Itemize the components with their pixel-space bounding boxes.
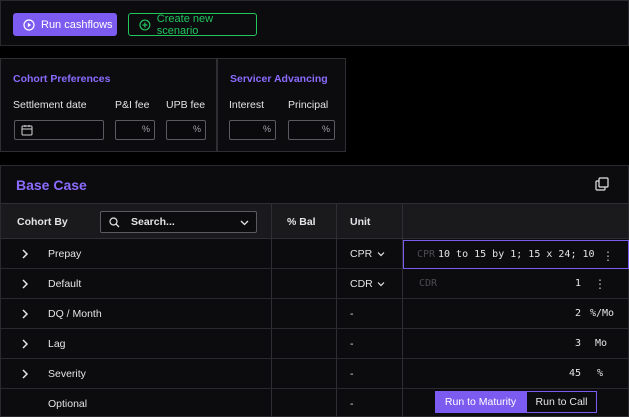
- row-label: DQ / Month: [48, 308, 102, 320]
- cohort-preferences-title: Cohort Preferences: [13, 73, 111, 85]
- section-title: Base Case: [16, 177, 87, 193]
- chevron-down-icon[interactable]: [377, 250, 385, 258]
- row-label: Severity: [48, 368, 86, 380]
- severity-value[interactable]: 45: [569, 368, 581, 379]
- settlement-date-label: Settlement date: [13, 99, 87, 111]
- chevron-right-icon[interactable]: [20, 248, 30, 260]
- interest-input[interactable]: %: [229, 120, 276, 140]
- default-value[interactable]: 1: [575, 278, 581, 289]
- table-row-lag: Lag - 3 Mo: [1, 329, 628, 359]
- percent-suffix: %: [321, 124, 330, 134]
- create-scenario-button[interactable]: Create new scenario: [128, 12, 257, 37]
- unit-select[interactable]: CPR: [350, 248, 372, 260]
- principal-input[interactable]: %: [288, 120, 335, 140]
- unit-prefix: CPR: [417, 249, 436, 260]
- chevron-right-icon[interactable]: [20, 278, 30, 290]
- cohort-preferences-panel: Cohort Preferences Settlement date P&I f…: [0, 58, 217, 152]
- chevron-right-icon[interactable]: [20, 308, 30, 320]
- principal-label: Principal: [288, 99, 329, 111]
- top-toolbar: Run cashflows Create new scenario: [0, 0, 629, 46]
- chevron-down-icon[interactable]: [377, 280, 385, 288]
- pct-bal-header: % Bal: [287, 216, 316, 228]
- run-mode-toggle: Run to Maturity Run to Call: [435, 391, 597, 413]
- search-placeholder: Search...: [131, 216, 175, 228]
- run-cashflows-label: Run cashflows: [41, 18, 113, 31]
- prepay-vector-value: 10 to 15 by 1; 15 x 24; 10: [438, 249, 595, 260]
- row-label: Default: [48, 278, 82, 290]
- prepay-value-input[interactable]: CPR 10 to 15 by 1; 15 x 24; 10 ⋮: [403, 240, 629, 269]
- table-row-default: Default CDR CDR 1 ⋮: [1, 269, 628, 299]
- upb-fee-label: UPB fee: [166, 99, 206, 111]
- row-label: Lag: [48, 338, 66, 350]
- base-case-section: Base Case Cohort By Search... % Bal Unit…: [0, 165, 629, 417]
- servicer-advancing-panel: Servicer Advancing Interest Principal % …: [217, 58, 346, 152]
- interest-label: Interest: [229, 99, 265, 111]
- unit-value: -: [350, 338, 354, 350]
- pi-fee-label: P&I fee: [115, 99, 150, 111]
- percent-suffix: %: [262, 124, 271, 134]
- calendar-icon: [21, 125, 33, 136]
- settlement-date-input[interactable]: [14, 120, 104, 140]
- more-options-icon[interactable]: ⋮: [602, 249, 614, 263]
- dq-value[interactable]: 2: [575, 308, 581, 319]
- create-scenario-label: Create new scenario: [156, 12, 214, 37]
- plus-circle-icon: [139, 18, 151, 31]
- value-suffix: Mo: [595, 338, 608, 349]
- row-label: Prepay: [48, 248, 82, 260]
- run-to-maturity-button[interactable]: Run to Maturity: [435, 391, 526, 413]
- cohort-search-input[interactable]: Search...: [100, 211, 257, 233]
- copy-icon[interactable]: [595, 177, 609, 191]
- percent-suffix: %: [192, 124, 201, 134]
- unit-value: -: [350, 308, 354, 320]
- value-suffix: %/Mo: [590, 308, 615, 319]
- lag-value[interactable]: 3: [575, 338, 581, 349]
- table-row-severity: Severity - 45 %: [1, 359, 628, 389]
- unit-value: -: [350, 368, 354, 380]
- unit-value: -: [350, 398, 354, 410]
- run-to-call-button[interactable]: Run to Call: [526, 391, 597, 413]
- chevron-right-icon[interactable]: [20, 338, 30, 350]
- chevron-right-icon[interactable]: [20, 368, 30, 380]
- unit-prefix: CDR: [419, 278, 438, 289]
- row-label: Optional: [48, 398, 88, 410]
- table-header: Cohort By Search... % Bal Unit: [1, 203, 628, 239]
- play-circle-icon: [23, 18, 35, 31]
- percent-suffix: %: [141, 124, 150, 134]
- chevron-down-icon[interactable]: [240, 218, 249, 227]
- servicer-advancing-title: Servicer Advancing: [230, 73, 328, 85]
- run-cashflows-button[interactable]: Run cashflows: [13, 13, 117, 36]
- pi-fee-input[interactable]: %: [115, 120, 155, 140]
- unit-header: Unit: [350, 216, 371, 228]
- value-suffix: %: [597, 368, 604, 379]
- cohort-by-header: Cohort By: [17, 216, 68, 228]
- table-row-dq-month: DQ / Month - 2 %/Mo: [1, 299, 628, 329]
- unit-select[interactable]: CDR: [350, 278, 373, 290]
- table-row-prepay: Prepay CPR CPR 10 to 15 by 1; 15 x 24; 1…: [1, 239, 629, 269]
- upb-fee-input[interactable]: %: [166, 120, 206, 140]
- search-icon: [109, 217, 120, 228]
- more-options-icon[interactable]: ⋮: [594, 277, 606, 291]
